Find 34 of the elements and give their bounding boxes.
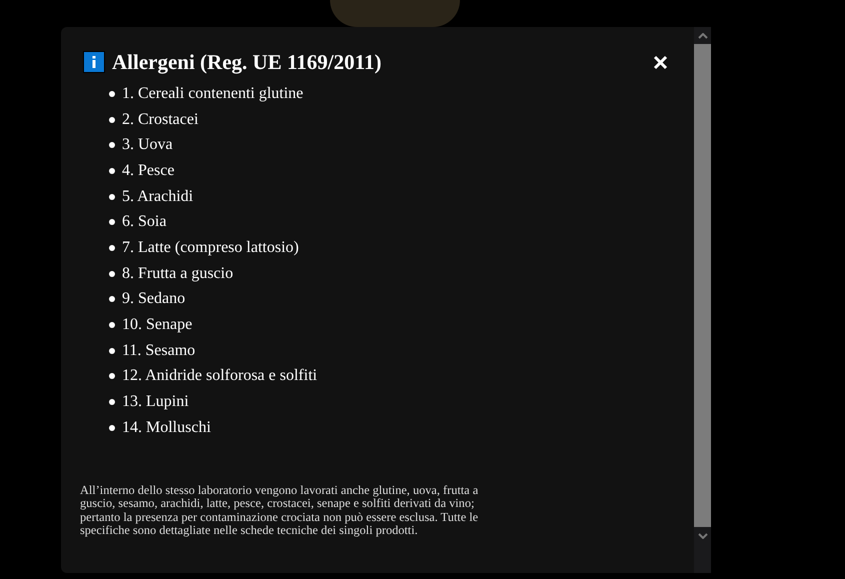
- allergen-item: 2. Crostacei: [122, 110, 198, 129]
- bullet-icon: [109, 90, 115, 97]
- allergen-item: 11. Sesamo: [122, 342, 196, 360]
- bullet-icon: [109, 322, 115, 328]
- close-button[interactable]: [653, 54, 668, 70]
- bullet-icon: [109, 373, 115, 380]
- bullet-icon: [109, 219, 115, 226]
- note-paragraph: All’interno dello stesso laboratorio vengono lavorati anche glutine, uova, frutta a guscio, sesamo, arachidi, latte, pesce, crostacei, senape e solfiti derivati da vino; pertanto la presenza per contaminazione crociata non può essere esclusa. Tutte le specifiche sono dettagliate nelle schede tecniche dei singoli prodotti.: [80, 484, 480, 538]
- bullet-icon: [109, 168, 115, 174]
- bullet-icon: [109, 116, 115, 123]
- allergen-item: 10. Senape: [122, 316, 192, 334]
- bullet-icon: [109, 424, 115, 431]
- info-icon: [83, 51, 105, 73]
- bullet-icon: [109, 348, 115, 354]
- scroll-down-icon[interactable]: [698, 533, 708, 539]
- allergen-item: 6. Soia: [122, 213, 166, 232]
- allergen-item: 1. Cereali contenenti glutine: [122, 84, 304, 103]
- bullet-icon: [109, 296, 115, 302]
- bullet-icon: [109, 142, 115, 148]
- bullet-icon: [109, 399, 115, 406]
- allergen-item: 4. Pesce: [122, 162, 174, 180]
- dialog-title: Allergeni (Reg. UE 1169/2011): [112, 50, 382, 74]
- allergen-item: 5. Arachidi: [122, 188, 194, 206]
- bullet-icon: [109, 194, 115, 200]
- allergen-item: 7. Latte (compreso lattosio): [122, 238, 299, 257]
- allergen-item: 3. Uova: [122, 136, 173, 154]
- allergen-item: 9. Sedano: [122, 290, 186, 308]
- scroll-up-icon[interactable]: [698, 33, 708, 39]
- allergen-item: 12. Anidride solforosa e solfiti: [122, 367, 318, 386]
- allergen-item: 8. Frutta a guscio: [122, 264, 234, 283]
- allergen-item: 14. Molluschi: [122, 418, 211, 437]
- bullet-icon: [109, 244, 115, 251]
- allergen-item: 13. Lupini: [122, 393, 189, 412]
- bullet-icon: [109, 270, 115, 277]
